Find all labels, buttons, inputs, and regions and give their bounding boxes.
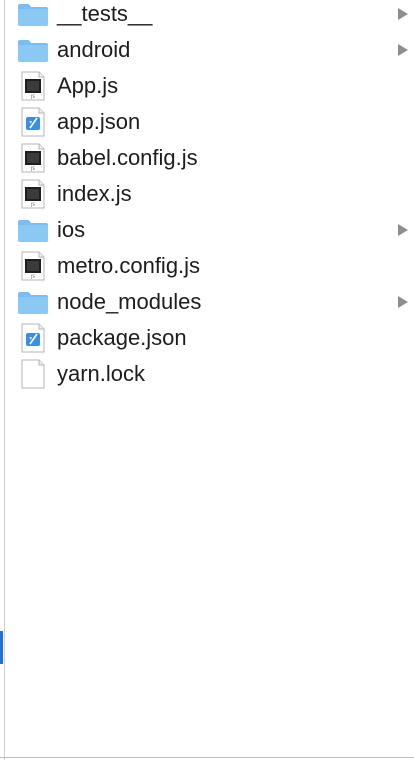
item-name: App.js — [57, 73, 119, 98]
item-name: yarn.lock — [57, 361, 146, 386]
js-badge-text: JS — [30, 202, 35, 207]
js-badge-text: JS — [30, 166, 35, 171]
folder-icon — [17, 0, 49, 29]
disclosure-arrow-icon[interactable] — [398, 8, 408, 20]
folder-icon — [17, 287, 49, 317]
item-name: android — [57, 37, 131, 62]
list-item[interactable]: yarn.lock — [0, 356, 414, 392]
disclosure-arrow-icon[interactable] — [398, 224, 408, 236]
finder-column: __tests__ android JS App.js app.json JS — [0, 0, 414, 760]
bottom-divider — [0, 757, 414, 758]
blank-file-icon — [17, 359, 49, 389]
list-item[interactable]: ios — [0, 212, 414, 248]
item-name: node_modules — [57, 289, 202, 314]
list-item[interactable]: JS metro.config.js — [0, 248, 414, 284]
list-item[interactable]: package.json — [0, 320, 414, 356]
list-item[interactable]: __tests__ — [0, 0, 414, 32]
item-name: ios — [57, 217, 86, 242]
json-file-icon — [17, 323, 49, 353]
js-badge-text: JS — [30, 94, 35, 99]
folder-icon — [17, 215, 49, 245]
disclosure-arrow-icon[interactable] — [398, 44, 408, 56]
file-list: __tests__ android JS App.js app.json JS — [0, 0, 414, 392]
scroll-indicator[interactable] — [0, 631, 3, 664]
list-item[interactable]: JS babel.config.js — [0, 140, 414, 176]
js-badge-text: JS — [30, 274, 35, 279]
json-file-icon — [17, 107, 49, 137]
javascript-file-icon: JS — [17, 71, 49, 101]
disclosure-arrow-icon[interactable] — [398, 296, 408, 308]
item-name: package.json — [57, 325, 187, 350]
javascript-file-icon: JS — [17, 251, 49, 281]
list-item[interactable]: node_modules — [0, 284, 414, 320]
item-name: index.js — [57, 181, 132, 206]
item-name: __tests__ — [57, 1, 153, 26]
item-name: metro.config.js — [57, 253, 201, 278]
list-item[interactable]: app.json — [0, 104, 414, 140]
folder-icon — [17, 35, 49, 65]
list-item[interactable]: android — [0, 32, 414, 68]
item-name: app.json — [57, 109, 141, 134]
item-name: babel.config.js — [57, 145, 198, 170]
list-item[interactable]: JS index.js — [0, 176, 414, 212]
javascript-file-icon: JS — [17, 143, 49, 173]
javascript-file-icon: JS — [17, 179, 49, 209]
list-item[interactable]: JS App.js — [0, 68, 414, 104]
